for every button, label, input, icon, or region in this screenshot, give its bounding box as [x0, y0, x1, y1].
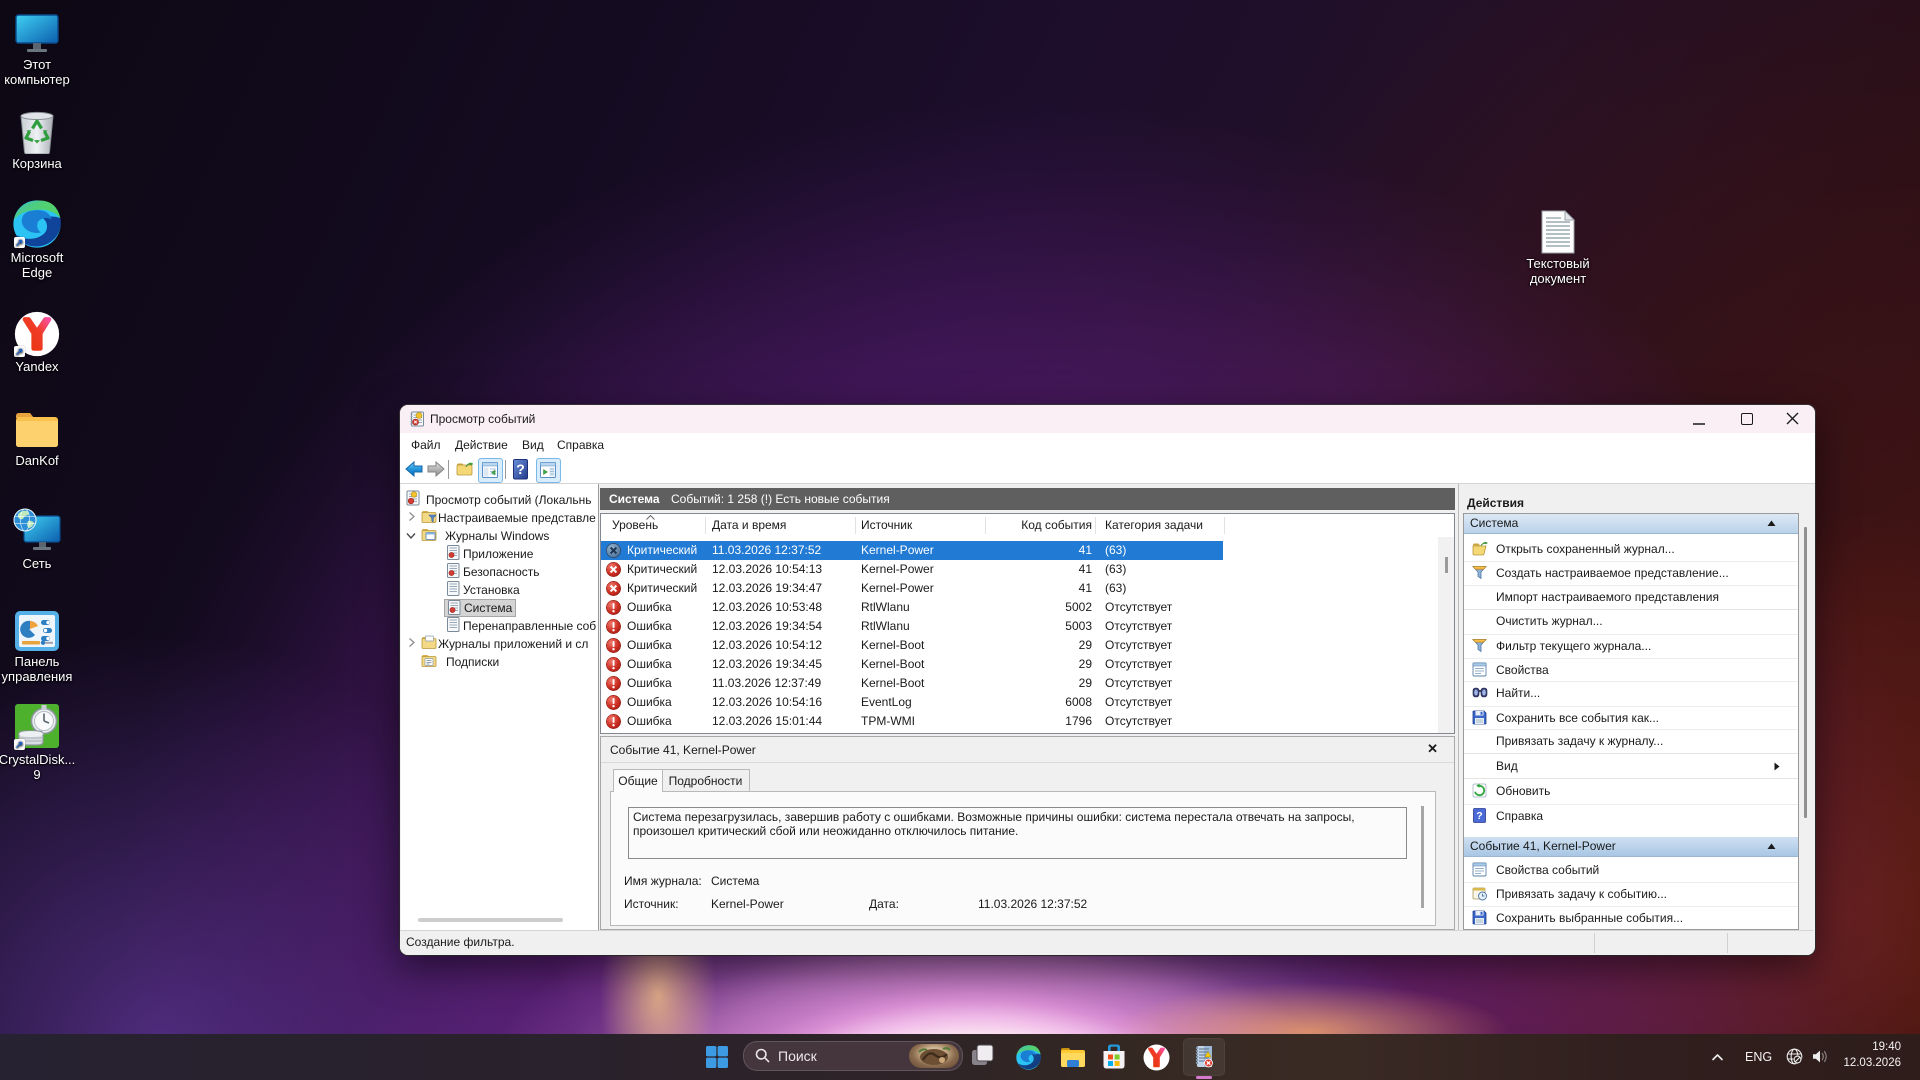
svg-text:?: ?: [1476, 810, 1482, 822]
svg-text:?: ?: [516, 461, 525, 477]
